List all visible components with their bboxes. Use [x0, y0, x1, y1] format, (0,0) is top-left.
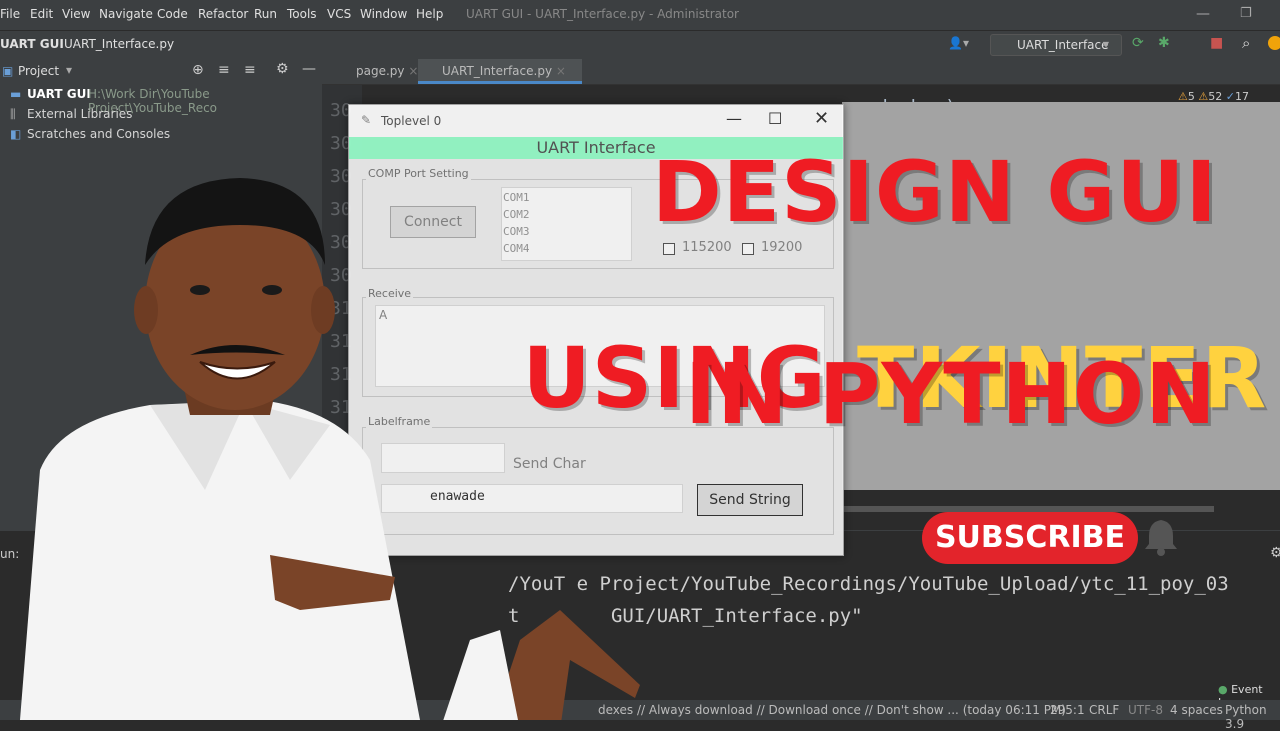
menu-file[interactable]: File [0, 7, 20, 21]
library-icon: ⫼ [10, 107, 16, 121]
minimize-icon[interactable]: — [726, 109, 742, 128]
breadcrumb-project[interactable]: UART GUI [0, 37, 64, 51]
user-icon[interactable]: 👤▾ [948, 36, 969, 50]
editor-tabs: page.py × UART_Interface.py × [322, 59, 1280, 85]
indent-setting[interactable]: 4 spaces [1170, 703, 1223, 717]
collapse-all-icon[interactable]: ≡ [244, 62, 256, 78]
file-encoding[interactable]: UTF-8 [1128, 703, 1163, 717]
chevron-down-icon: ▾ [1103, 37, 1110, 51]
menu-code[interactable]: Code [157, 7, 188, 21]
window-title: UART GUI - UART_Interface.py - Administr… [466, 7, 739, 21]
title-line-1: DESIGN GUI [652, 143, 1218, 241]
updates-icon[interactable] [1268, 36, 1280, 50]
maximize-icon[interactable]: ☐ [768, 109, 782, 128]
menu-run[interactable]: Run [254, 7, 277, 21]
run-config-select[interactable]: UART_Interface ▾ [990, 34, 1122, 56]
bell-icon[interactable] [1144, 518, 1178, 556]
gear-icon[interactable]: ⚙ [1270, 545, 1280, 561]
menu-window[interactable]: Window [360, 7, 407, 21]
project-panel-header: ▣ Project ▾ ⊕ ≡ ≡ ⚙ — [0, 59, 322, 83]
python-interpreter[interactable]: Python 3.9 [1225, 703, 1280, 731]
breadcrumb-file[interactable]: UART_Interface.py [64, 37, 174, 51]
rerun-icon[interactable]: ⟳ [1132, 35, 1144, 51]
close-icon[interactable]: ✕ [814, 108, 829, 129]
tk-window-title: Toplevel 0 [381, 114, 442, 128]
search-icon[interactable]: ⌕ [1242, 34, 1250, 52]
scratch-icon: ◧ [10, 127, 22, 141]
caret-position[interactable]: 295:1 [1050, 703, 1085, 717]
menu-refactor[interactable]: Refactor [198, 7, 248, 21]
feather-icon: ✎ [361, 113, 372, 127]
navigation-bar: UART GUI UART_Interface.py 👤▾ UART_Inter… [0, 30, 1280, 60]
tab-uart-interface[interactable]: UART_Interface.py × [418, 59, 582, 84]
send-string-button[interactable]: Send String [697, 484, 803, 516]
subscribe-button[interactable]: SUBSCRIBE [922, 512, 1138, 564]
tab-label: UART_Interface.py [442, 64, 553, 78]
status-message[interactable]: dexes // Always download // Download onc… [598, 703, 1066, 717]
tree-item-scratches[interactable]: Scratches and Consoles [27, 127, 170, 141]
gear-icon[interactable]: ⚙ [276, 61, 289, 77]
project-panel-title[interactable]: Project [18, 64, 59, 78]
folder-icon: ▬ [10, 87, 22, 101]
event-log-icon: ● [1218, 683, 1228, 696]
menu-view[interactable]: View [62, 7, 90, 21]
project-icon: ▣ [2, 64, 14, 78]
locate-icon[interactable]: ⊕ [192, 62, 204, 78]
expand-all-icon[interactable]: ≡ [218, 62, 230, 78]
tree-root[interactable]: UART GUI [27, 87, 91, 101]
chevron-down-icon[interactable]: ▾ [66, 63, 72, 77]
line-separator[interactable]: CRLF [1089, 703, 1119, 717]
maximize-icon[interactable]: ❐ [1240, 6, 1252, 21]
menu-tools[interactable]: Tools [287, 7, 317, 21]
tree-item-external-libraries[interactable]: External Libraries [27, 107, 132, 121]
menu-vcs[interactable]: VCS [327, 7, 351, 21]
hide-icon[interactable]: — [302, 61, 316, 77]
minimize-icon[interactable]: — [1196, 6, 1210, 22]
tk-titlebar[interactable]: ✎ Toplevel 0 — ☐ ✕ [349, 105, 843, 137]
menu-help[interactable]: Help [416, 7, 443, 21]
debug-icon[interactable]: ✱ [1158, 35, 1170, 51]
stop-icon[interactable]: ■ [1210, 35, 1223, 51]
run-config-label: UART_Interface [1017, 38, 1109, 52]
menu-navigate[interactable]: Navigate [99, 7, 153, 21]
menu-edit[interactable]: Edit [30, 7, 53, 21]
title-line-3: IN PYTHON [685, 345, 1217, 443]
menu-bar: File Edit View Navigate Code Refactor Ru… [0, 0, 1280, 30]
tab-label: page.py [356, 64, 405, 78]
tab-page-py[interactable]: page.py × [332, 59, 432, 84]
